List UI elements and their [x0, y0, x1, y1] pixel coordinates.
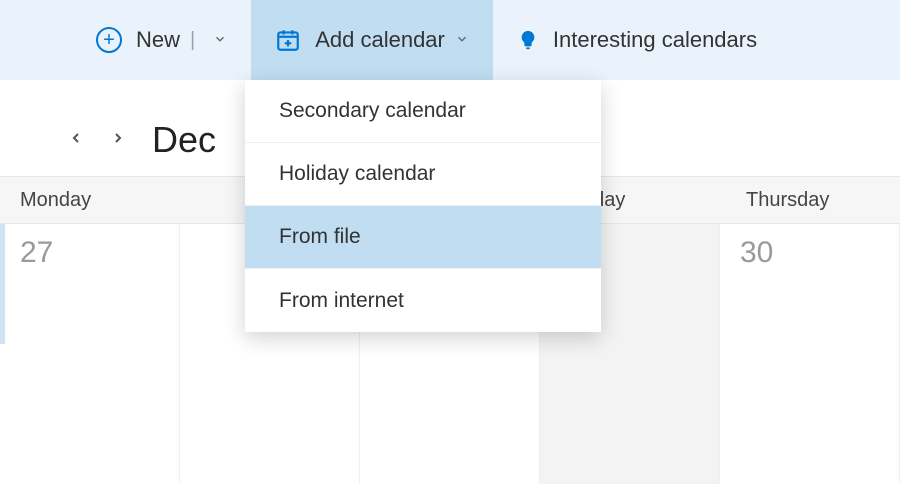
dropdown-item-label: From internet — [279, 289, 404, 313]
day-number: 27 — [20, 236, 179, 270]
dropdown-item-label: From file — [279, 225, 361, 249]
prev-month-button[interactable] — [68, 129, 84, 152]
plus-circle-icon: + — [96, 27, 122, 53]
add-calendar-label: Add calendar — [315, 27, 445, 53]
dropdown-item-label: Secondary calendar — [279, 99, 466, 123]
day-header: Monday — [0, 177, 174, 223]
divider: | — [190, 29, 195, 52]
interesting-label: Interesting calendars — [553, 27, 757, 53]
chevron-down-icon[interactable] — [213, 32, 227, 49]
interesting-calendars-button[interactable]: Interesting calendars — [493, 0, 781, 80]
month-title: Dec — [152, 119, 216, 161]
chevron-down-icon[interactable] — [455, 32, 469, 49]
dropdown-item-secondary[interactable]: Secondary calendar — [245, 80, 601, 143]
day-header: Thursday — [726, 177, 900, 223]
dropdown-item-label: Holiday calendar — [279, 162, 435, 186]
lightbulb-icon — [517, 29, 539, 51]
new-button[interactable]: + New | — [72, 0, 251, 80]
toolbar: + New | Add calendar — [0, 0, 900, 80]
new-label: New — [136, 27, 180, 53]
add-calendar-button[interactable]: Add calendar — [251, 0, 493, 80]
dropdown-item-from-internet[interactable]: From internet — [245, 269, 601, 332]
day-cell[interactable]: 27 — [0, 224, 180, 484]
add-calendar-dropdown: Secondary calendar Holiday calendar From… — [245, 80, 601, 332]
next-month-button[interactable] — [110, 129, 126, 152]
dropdown-item-from-file[interactable]: From file — [245, 206, 601, 269]
dropdown-item-holiday[interactable]: Holiday calendar — [245, 143, 601, 206]
day-cell[interactable]: 30 — [720, 224, 900, 484]
day-number: 30 — [740, 236, 899, 270]
calendar-add-icon — [275, 27, 301, 53]
